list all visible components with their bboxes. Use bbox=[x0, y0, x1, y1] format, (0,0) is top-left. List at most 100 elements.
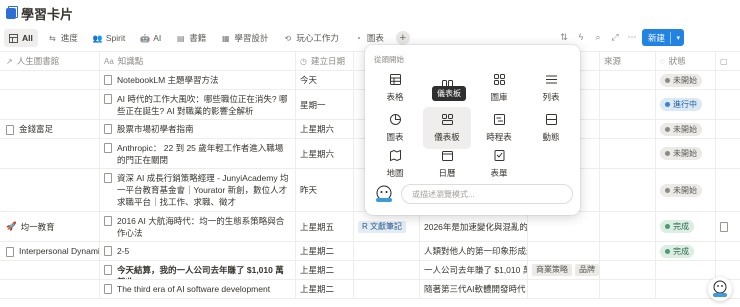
chevron-down-icon[interactable]: ▾ bbox=[676, 34, 680, 42]
title-cell[interactable]: 2-5 bbox=[100, 242, 296, 260]
library-cell[interactable]: 🚀 均一教育 bbox=[0, 212, 100, 241]
cell[interactable] bbox=[716, 242, 740, 260]
library-cell[interactable]: Interpersonal Dynami bbox=[0, 242, 100, 260]
cell[interactable] bbox=[716, 90, 740, 119]
title-cell[interactable]: 2016 AI 大航海時代：均一的生態系策略與合作心法 bbox=[100, 212, 296, 241]
document-icon bbox=[104, 124, 112, 134]
source-cell[interactable] bbox=[600, 90, 656, 119]
tags-cell[interactable]: 商業策略 品牌 bbox=[528, 261, 600, 279]
cell[interactable] bbox=[354, 261, 420, 279]
text-icon: Aa bbox=[104, 56, 114, 66]
status-cell[interactable]: 完成 bbox=[656, 242, 716, 260]
search-icon[interactable]: ⌕ bbox=[592, 31, 604, 43]
table-row[interactable]: 今天結算，我的一人公司去年賺了 $1,010 萬營收 上星期二 一人公司去年賺了… bbox=[0, 261, 740, 280]
date-cell: 上星期二 bbox=[296, 280, 354, 298]
library-cell[interactable] bbox=[0, 261, 100, 279]
header-knowledge[interactable]: Aa 知識點 bbox=[100, 52, 296, 70]
header-library[interactable]: ↗ 人生圖書館 bbox=[0, 52, 100, 70]
view-option-calendar[interactable]: 日曆 bbox=[423, 143, 471, 185]
cell[interactable] bbox=[528, 280, 600, 298]
library-cell[interactable]: 金錢富足 bbox=[0, 120, 100, 138]
lightning-icon[interactable]: ϟ bbox=[575, 31, 587, 43]
status-cell[interactable] bbox=[656, 280, 716, 298]
cell[interactable] bbox=[716, 139, 740, 168]
cell[interactable] bbox=[528, 212, 600, 241]
summary-cell[interactable]: 隨著第三代AI軟體開發時代 bbox=[420, 280, 528, 298]
tab-all[interactable]: All bbox=[4, 29, 38, 47]
filter-icon[interactable] bbox=[446, 31, 458, 43]
header-status[interactable]: ◌ 狀態 bbox=[656, 52, 716, 70]
sort-icon[interactable]: ⇅ bbox=[558, 31, 570, 43]
feed-icon bbox=[545, 114, 557, 126]
title-cell[interactable]: Anthropic： 22 到 25 歲年輕工作者進入職場的門正在關閉 bbox=[100, 139, 296, 168]
header-source[interactable]: 來源 bbox=[600, 52, 656, 70]
title-cell[interactable]: 今天結算，我的一人公司去年賺了 $1,010 萬營收 bbox=[100, 261, 296, 279]
source-cell[interactable] bbox=[600, 169, 656, 211]
source-cell[interactable] bbox=[600, 71, 656, 89]
library-cell[interactable] bbox=[0, 139, 100, 168]
summary-cell[interactable]: 2026年是加速變化與混亂的一 bbox=[420, 212, 528, 241]
source-cell[interactable] bbox=[600, 120, 656, 138]
cell[interactable] bbox=[528, 242, 600, 260]
library-cell[interactable] bbox=[0, 71, 100, 89]
table-row[interactable]: 🚀 均一教育 2016 AI 大航海時代：均一的生態系策略與合作心法 上星期五 R… bbox=[0, 212, 740, 242]
view-option-map[interactable]: 地圖 bbox=[371, 143, 419, 185]
status-cell[interactable]: 未開始 bbox=[656, 120, 716, 138]
source-cell[interactable] bbox=[600, 261, 656, 279]
view-option-table[interactable]: 表格 bbox=[371, 67, 419, 109]
status-cell[interactable]: 未開始 bbox=[656, 169, 716, 211]
header-more[interactable]: ▢ bbox=[716, 52, 740, 70]
new-button[interactable]: 新建 ▾ bbox=[642, 29, 684, 46]
cell[interactable] bbox=[354, 280, 420, 298]
cell[interactable] bbox=[716, 120, 740, 138]
library-cell[interactable] bbox=[0, 169, 100, 211]
notion-ai-button[interactable] bbox=[708, 277, 732, 301]
library-cell[interactable] bbox=[0, 280, 100, 298]
document-icon bbox=[104, 265, 112, 275]
source-cell[interactable] bbox=[600, 212, 656, 241]
title-cell[interactable]: NotebookLM 主題學習方法 bbox=[100, 71, 296, 89]
tab-ai[interactable]: 🤖 AI bbox=[135, 29, 166, 47]
document-icon bbox=[6, 124, 14, 135]
source-cell[interactable] bbox=[600, 242, 656, 260]
view-option-form[interactable]: 表單 bbox=[475, 143, 523, 185]
status-badge: 進行中 bbox=[660, 98, 702, 111]
tab-books[interactable]: ▤ 書籍 bbox=[171, 29, 211, 47]
more-icon[interactable]: ⋯ bbox=[626, 31, 638, 43]
tab-spirit[interactable]: 👥 Spirit bbox=[88, 29, 130, 47]
cell[interactable] bbox=[716, 212, 740, 241]
tab-progress[interactable]: ⇆ 進度 bbox=[43, 29, 83, 47]
source-cell[interactable] bbox=[600, 139, 656, 168]
tab-learning-design[interactable]: ▦ 學習設計 bbox=[216, 29, 273, 47]
add-view-button[interactable]: + bbox=[395, 31, 410, 45]
summary-cell[interactable]: 一人公司去年賺了 $1,010 萬 bbox=[420, 261, 528, 279]
cell[interactable] bbox=[354, 242, 420, 260]
tab-playful-work[interactable]: ⟲ 玩心工作力 bbox=[278, 29, 344, 47]
cell[interactable] bbox=[716, 71, 740, 89]
title-cell[interactable]: AI 時代的工作大風吹：哪些職位正在消失? 哪些正在誕生? AI 對職業的影響全… bbox=[100, 90, 296, 119]
title-cell[interactable]: The third era of AI software development bbox=[100, 280, 296, 298]
view-option-list[interactable]: 列表 bbox=[527, 67, 575, 109]
title-cell[interactable]: 股票市場初學者指南 bbox=[100, 120, 296, 138]
title-cell[interactable]: 資深 AI 成長行銷策略經理 - JunyiAcademy 均一平台教育基金會｜… bbox=[100, 169, 296, 211]
view-option-board[interactable]: 儀表板 bbox=[423, 67, 471, 109]
expand-icon[interactable]: ⤢ bbox=[609, 31, 621, 43]
source-cell[interactable] bbox=[600, 280, 656, 298]
status-cell[interactable]: 進行中 bbox=[656, 90, 716, 119]
table-row[interactable]: The third era of AI software development… bbox=[0, 280, 740, 299]
summary-cell[interactable]: 人類對他人的第一印象形成速度 bbox=[420, 242, 528, 260]
status-cell[interactable]: 未開始 bbox=[656, 71, 716, 89]
cell[interactable] bbox=[716, 169, 740, 211]
view-option-gallery[interactable]: 圖庫 bbox=[475, 67, 523, 109]
status-cell[interactable]: 未開始 bbox=[656, 139, 716, 168]
status-cell[interactable] bbox=[656, 261, 716, 279]
status-cell[interactable]: 完成 bbox=[656, 212, 716, 241]
describe-view-input[interactable]: 或描述瀏覽模式... bbox=[401, 184, 573, 204]
date-cell: 星期一 bbox=[296, 90, 354, 119]
table-row[interactable]: Interpersonal Dynami 2-5 上星期二 人類對他人的第一印象… bbox=[0, 242, 740, 261]
header-date[interactable]: ◷ 建立日期 bbox=[296, 52, 354, 70]
document-icon bbox=[104, 143, 112, 153]
library-cell[interactable] bbox=[0, 90, 100, 119]
view-option-feed[interactable]: 動態 bbox=[527, 107, 575, 149]
type-cell[interactable]: R 文獻筆記 bbox=[354, 212, 420, 241]
